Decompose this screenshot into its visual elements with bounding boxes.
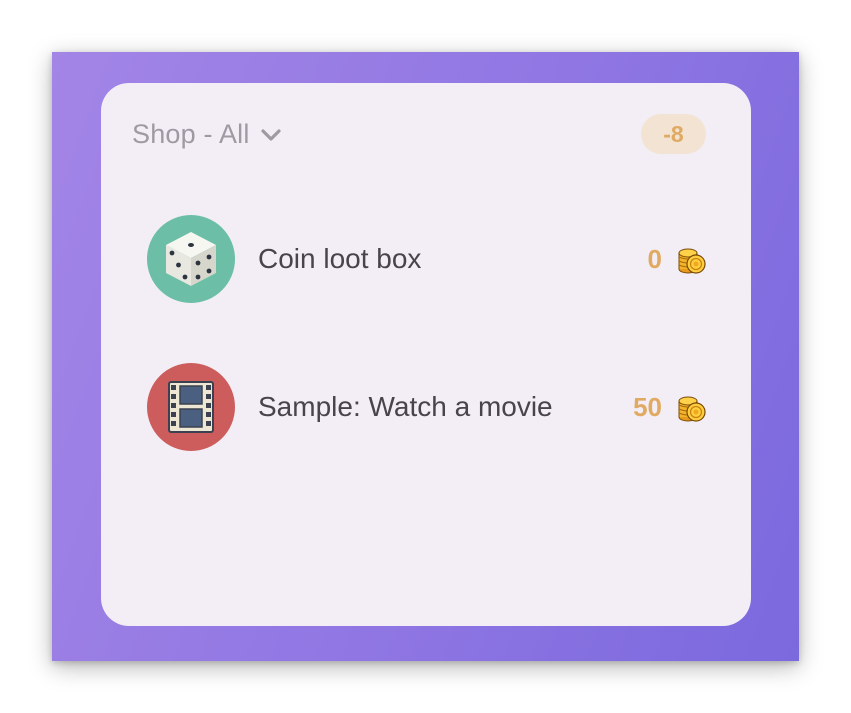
item-label: Sample: Watch a movie <box>258 391 553 422</box>
shop-title: Shop - All <box>132 119 250 149</box>
item-price: 50 <box>633 391 662 422</box>
item-price: 0 <box>647 243 662 274</box>
shop-card: Shop - All -8 Coin loot box 0 Sample: Wa… <box>101 83 751 626</box>
coin-balance-badge: -8 <box>641 114 706 154</box>
chevron-down-icon <box>260 128 281 141</box>
coin-stack-icon <box>678 396 706 422</box>
coin-stack-icon <box>678 248 706 274</box>
film-icon <box>147 363 235 451</box>
dice-icon <box>147 215 235 303</box>
shop-item-coin-loot-box[interactable]: Coin loot box 0 <box>147 215 707 303</box>
item-label: Coin loot box <box>258 243 422 274</box>
app-background: Shop - All -8 Coin loot box 0 Sample: Wa… <box>52 52 799 661</box>
shop-filter-dropdown[interactable]: Shop - All <box>132 119 282 150</box>
shop-item-watch-a-movie[interactable]: Sample: Watch a movie 50 <box>147 363 707 451</box>
